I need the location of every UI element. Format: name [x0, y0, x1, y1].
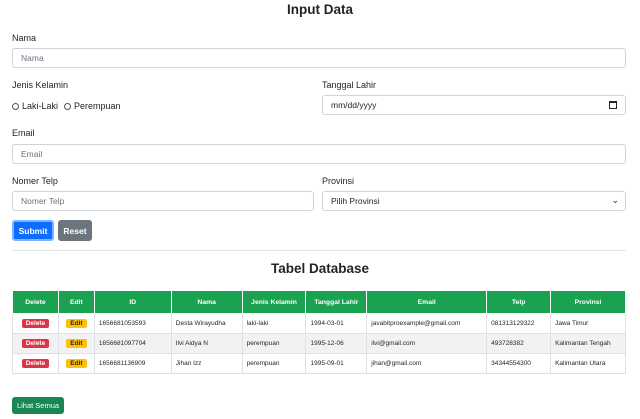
- date-placeholder: mm/dd/yyyy: [331, 100, 377, 110]
- edit-button[interactable]: Edit: [66, 359, 87, 368]
- cell-telp: 34344554300: [486, 353, 552, 374]
- telp-label: Nomer Telp: [12, 176, 58, 186]
- table-title: Tabel Database: [270, 261, 370, 276]
- table-row: Delete Edit 1656681053593 Desta Wirayudh…: [12, 313, 626, 334]
- data-table: Delete Edit ID Nama Jenis Kelamin Tangga…: [12, 290, 626, 374]
- tanggal-lahir-label: Tanggal Lahir: [322, 80, 377, 90]
- cell-provinsi: Kalimantan Utara: [550, 353, 626, 374]
- radio-circle-icon[interactable]: [12, 102, 19, 110]
- edit-button[interactable]: Edit: [66, 319, 87, 328]
- jenis-kelamin-label: Jenis Kelamin: [12, 80, 69, 90]
- provinsi-select[interactable]: Pilih Provinsi ⌄: [322, 191, 626, 211]
- cell-jenis-kelamin: laki-laki: [241, 313, 307, 334]
- edit-cell: Edit: [57, 313, 95, 334]
- provinsi-selected: Pilih Provinsi: [331, 196, 380, 206]
- lihat-semua-button[interactable]: Lihat Semua: [12, 397, 64, 414]
- provinsi-label: Provinsi: [322, 176, 355, 186]
- nama-input[interactable]: Nama: [12, 48, 626, 68]
- edit-button[interactable]: Edit: [66, 339, 87, 348]
- edit-cell: Edit: [57, 333, 95, 354]
- table-header-row: Delete Edit ID Nama Jenis Kelamin Tangga…: [12, 290, 626, 314]
- nama-label: Nama: [12, 33, 37, 43]
- cell-nama: Ilvi Aidya N: [170, 333, 243, 354]
- cell-id: 1656681097704: [93, 333, 172, 354]
- delete-cell: Delete: [12, 313, 59, 334]
- divider: [12, 250, 626, 251]
- calendar-icon[interactable]: [609, 101, 617, 109]
- col-header: Nama: [170, 290, 243, 314]
- col-header: Tanggal Lahir: [305, 290, 368, 314]
- cell-tanggal-lahir: 1994-03-01: [305, 313, 368, 334]
- cell-nama: Jihan Izz: [170, 353, 243, 374]
- cell-jenis-kelamin: perempuan: [241, 333, 307, 354]
- col-header: Edit: [57, 290, 95, 314]
- delete-cell: Delete: [12, 353, 59, 374]
- email-label: Email: [12, 128, 35, 138]
- cell-tanggal-lahir: 1995-12-06: [305, 333, 368, 354]
- cell-telp: 493728382: [486, 333, 552, 354]
- cell-id: 1656681136909: [93, 353, 172, 374]
- delete-cell: Delete: [12, 333, 59, 354]
- radio-perempuan-label: Perempuan: [74, 101, 121, 111]
- reset-button[interactable]: Reset: [58, 220, 92, 241]
- col-header: Jenis Kelamin: [241, 290, 307, 314]
- tanggal-lahir-input[interactable]: mm/dd/yyyy: [322, 95, 626, 115]
- form-title: Input Data: [287, 2, 353, 17]
- cell-id: 1656681053593: [93, 313, 172, 334]
- radio-laki-laki-label: Laki-Laki: [22, 101, 59, 111]
- radio-circle-icon[interactable]: [64, 102, 71, 110]
- radio-perempuan[interactable]: Perempuan: [64, 101, 121, 111]
- cell-telp: 081313129322: [486, 313, 552, 334]
- col-header: Email: [366, 290, 488, 314]
- col-header: Telp: [486, 290, 552, 314]
- col-header: Provinsi: [550, 290, 626, 314]
- delete-button[interactable]: Delete: [21, 319, 50, 328]
- cell-email: ilvi@gmail.com: [366, 333, 488, 354]
- delete-button[interactable]: Delete: [21, 359, 50, 368]
- cell-provinsi: Jawa Timur: [550, 313, 626, 334]
- cell-email: jihan@gmail.com: [366, 353, 488, 374]
- email-input[interactable]: Email: [12, 144, 626, 164]
- cell-tanggal-lahir: 1995-09-01: [305, 353, 368, 374]
- table-row: Delete Edit 1656681136909 Jihan Izz pere…: [12, 353, 626, 374]
- cell-provinsi: Kalimantan Tengah: [550, 333, 626, 354]
- submit-button[interactable]: Submit: [12, 220, 54, 241]
- table-row: Delete Edit 1656681097704 Ilvi Aidya N p…: [12, 333, 626, 354]
- chevron-down-icon: ⌄: [611, 195, 619, 205]
- col-header: Delete: [12, 290, 59, 314]
- edit-cell: Edit: [57, 353, 95, 374]
- radio-laki-laki[interactable]: Laki-Laki: [12, 101, 58, 111]
- telp-input[interactable]: Nomer Telp: [12, 191, 314, 211]
- cell-nama: Desta Wirayudha: [170, 313, 243, 334]
- col-header: ID: [93, 290, 172, 314]
- delete-button[interactable]: Delete: [21, 339, 50, 348]
- cell-jenis-kelamin: perempuan: [241, 353, 307, 374]
- cell-email: javabitproexample@gmail.com: [366, 313, 488, 334]
